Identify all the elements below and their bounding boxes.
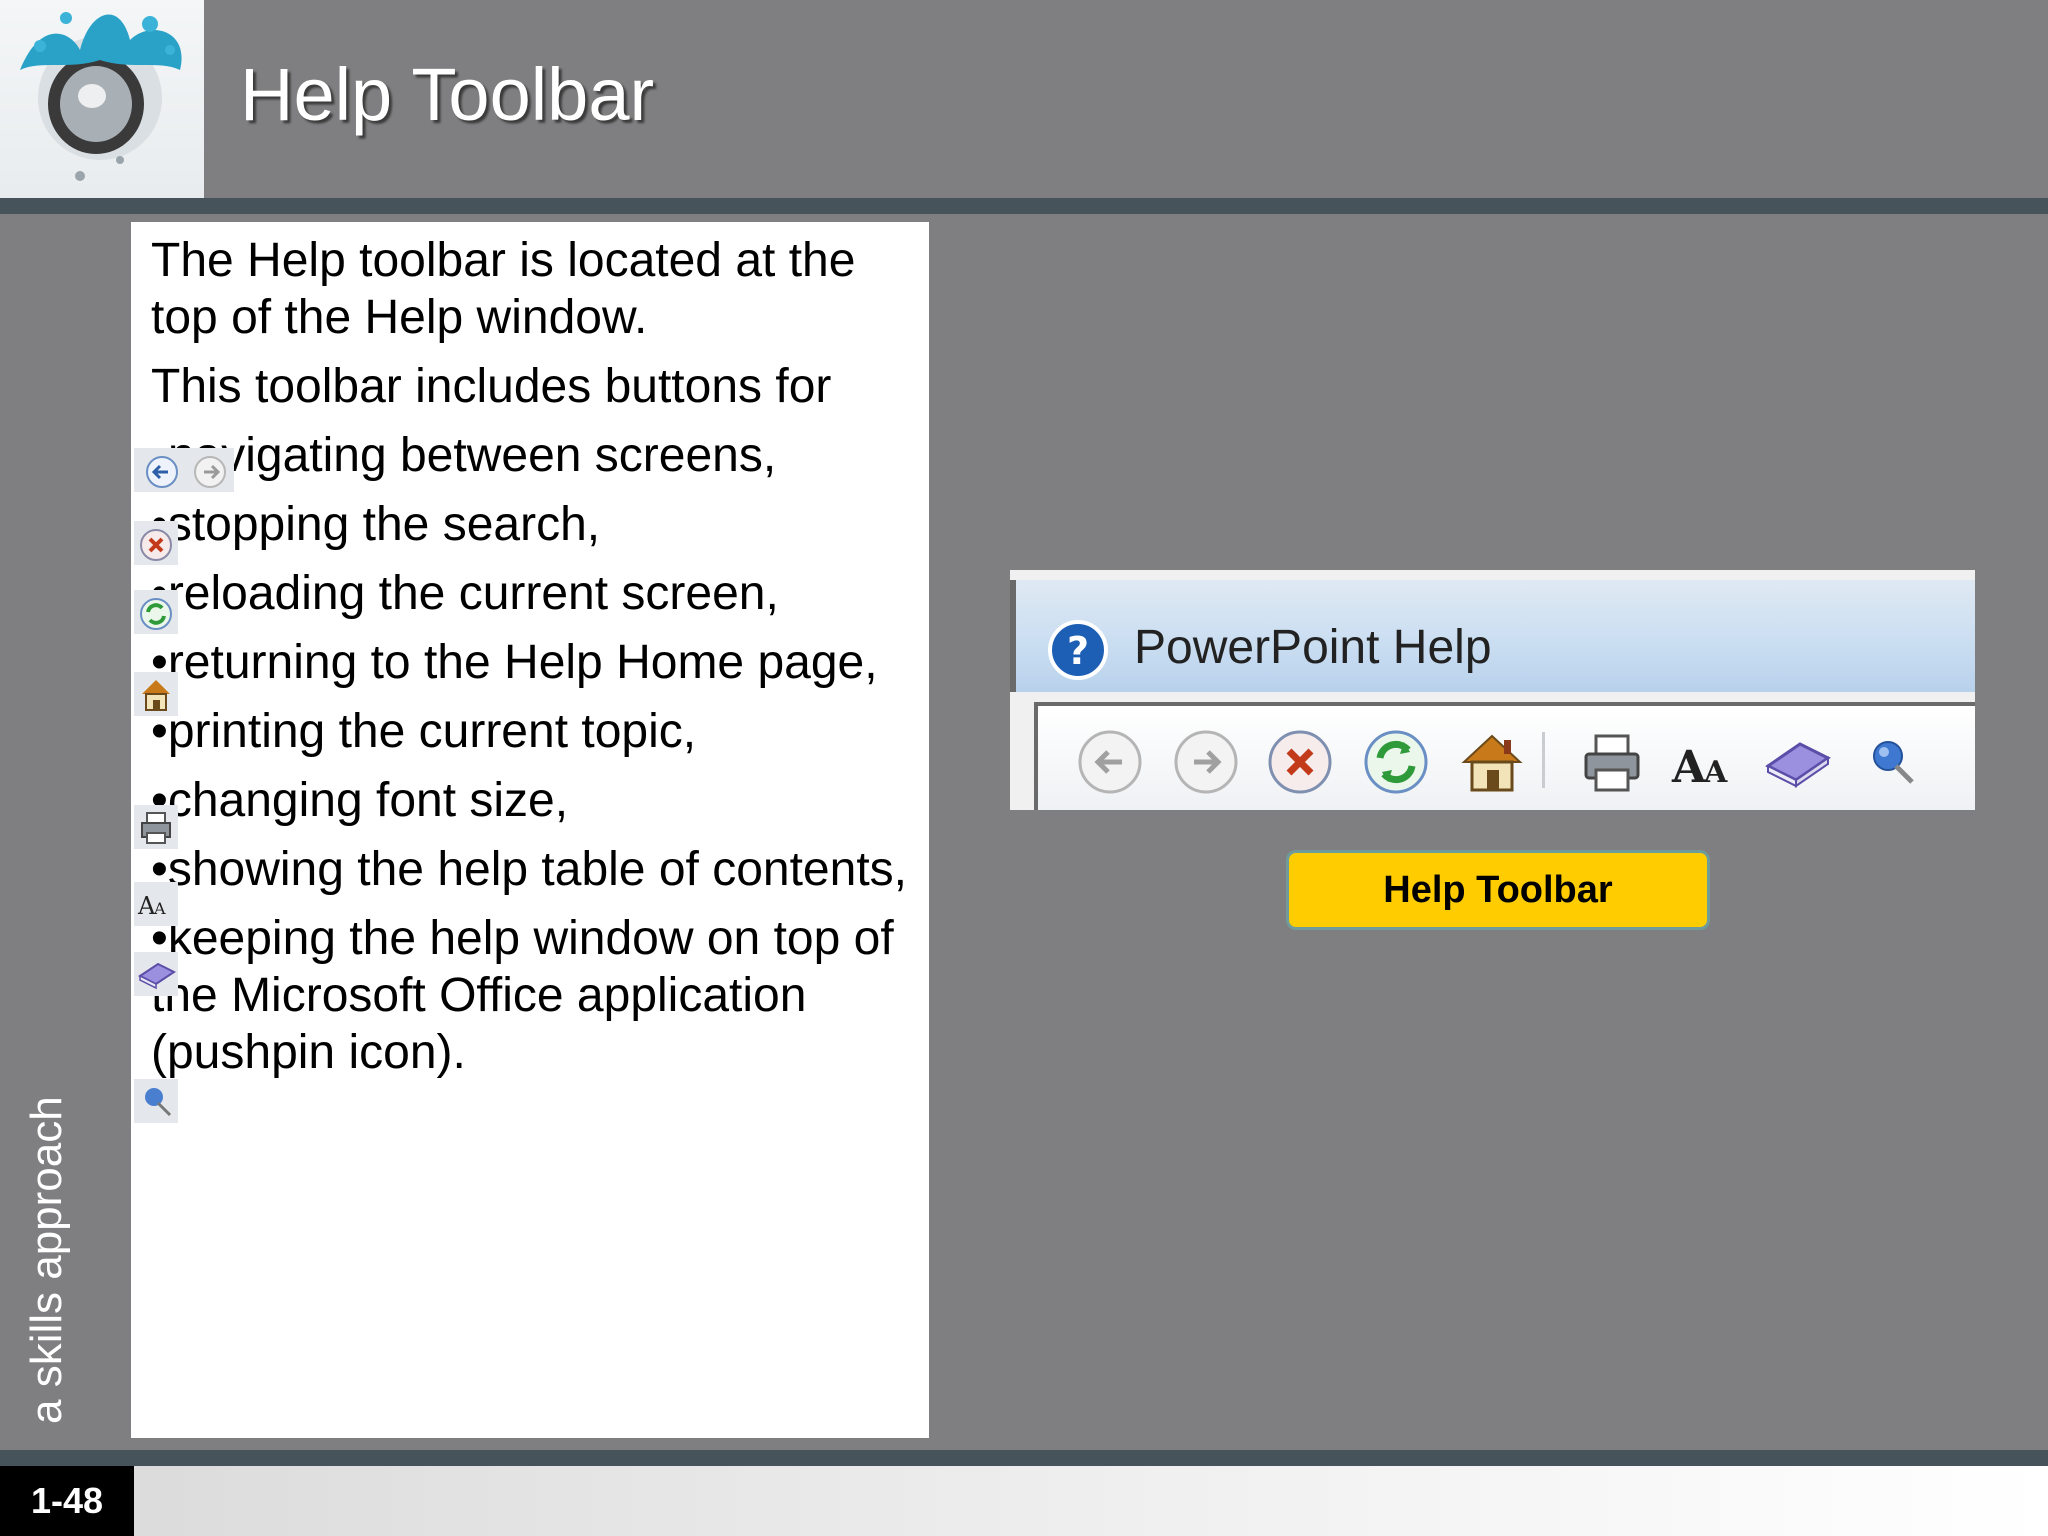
font-size-icon: AA [134, 882, 178, 926]
stop-icon[interactable] [1264, 726, 1336, 798]
help-question-icon: ? [1048, 620, 1108, 680]
bullet-home: •returning to the Help Home page, [151, 636, 878, 689]
bullet-font-size: •changing font size, [151, 774, 569, 827]
svg-text:A: A [1671, 742, 1707, 793]
bullet-table-of-contents: •showing the help table of contents, [151, 843, 907, 896]
bullet-pushpin: •keeping the help window on top of the M… [151, 912, 894, 1079]
svg-text:A: A [1703, 755, 1728, 790]
font-size-icon[interactable]: AA [1668, 726, 1740, 798]
paragraph-intro: The Help toolbar is located at the top o… [151, 234, 856, 344]
side-label: a skills approach [22, 1096, 71, 1424]
help-window-titlebar: ? PowerPoint Help [1010, 580, 1975, 692]
help-window-screenshot: ? PowerPoint Help AA [1010, 570, 1975, 810]
refresh-icon [134, 590, 178, 634]
bullet-navigating: •navigating between screens, [151, 429, 777, 482]
bullet-reloading: •reloading the current screen, [151, 567, 779, 620]
home-icon[interactable] [1456, 726, 1528, 798]
help-toolbar: AA [1034, 702, 1975, 810]
content-panel: The Help toolbar is located at the top o… [131, 222, 929, 1438]
top-divider-band [0, 198, 2048, 214]
logo-splash-image [0, 0, 204, 198]
slide-title: Help Toolbar [240, 53, 655, 136]
print-icon [134, 805, 178, 849]
print-icon[interactable] [1576, 726, 1648, 798]
stop-icon [134, 521, 178, 565]
svg-text:?: ? [1067, 629, 1089, 673]
back-forward-icon [134, 448, 234, 492]
svg-text:A: A [153, 899, 166, 918]
footer-bar [0, 1466, 2048, 1536]
home-icon [134, 672, 178, 716]
help-toolbar-caption: Help Toolbar [1286, 850, 1710, 930]
back-icon[interactable] [1074, 726, 1146, 798]
table-of-contents-icon[interactable] [1762, 726, 1834, 798]
pushpin-icon[interactable] [1856, 726, 1928, 798]
refresh-icon[interactable] [1360, 726, 1432, 798]
slide-number: 1-48 [0, 1466, 134, 1536]
help-window-title: PowerPoint Help [1134, 621, 1492, 674]
bottom-divider-band [0, 1450, 2048, 1466]
bullet-printing: •printing the current topic, [151, 705, 697, 758]
forward-icon[interactable] [1170, 726, 1242, 798]
bullet-stopping: •stopping the search, [151, 498, 601, 551]
pushpin-icon [134, 1079, 178, 1123]
paragraph-buttons: This toolbar includes buttons for [151, 360, 832, 413]
table-of-contents-icon [134, 952, 178, 996]
toolbar-separator [1542, 732, 1545, 788]
content-text: The Help toolbar is located at the top o… [151, 232, 921, 1093]
